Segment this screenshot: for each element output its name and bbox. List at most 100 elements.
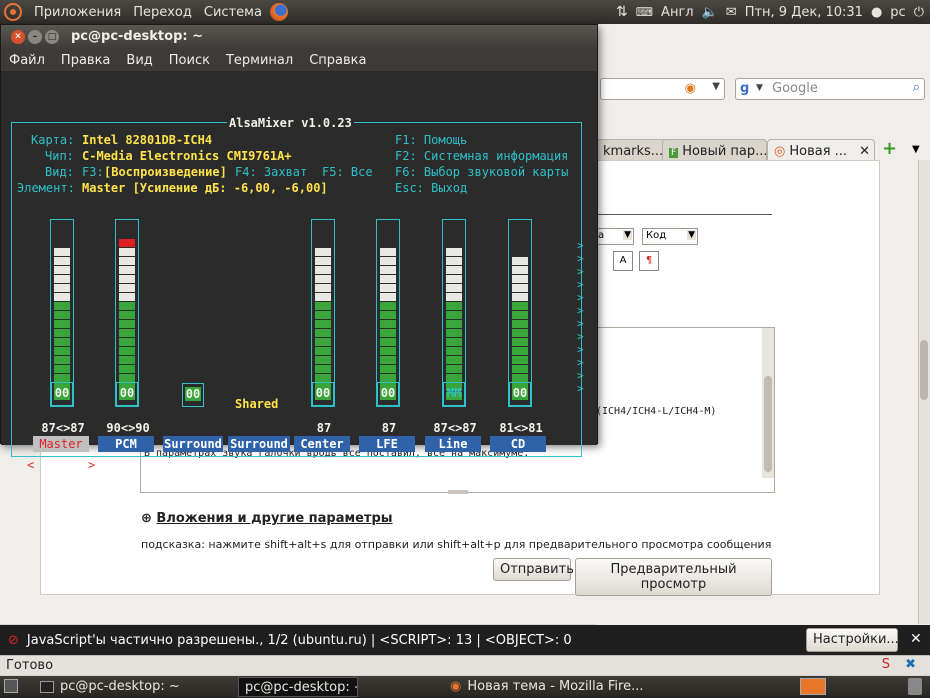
mail-icon[interactable]: ✉ <box>726 5 737 20</box>
close-window-icon[interactable]: ✕ <box>11 30 25 44</box>
channel-bar-6[interactable] <box>442 219 466 407</box>
level-cell <box>119 320 135 328</box>
menu-applications[interactable]: Приложения <box>28 5 127 20</box>
keyboard-layout[interactable]: Англ <box>661 5 694 20</box>
search-input[interactable]: g ▼ Google ⌕ <box>735 78 925 100</box>
level-cell <box>315 248 331 256</box>
network-icon[interactable]: ⇅ <box>616 4 628 20</box>
close-notification-icon[interactable]: ✕ <box>910 631 922 647</box>
url-dropdown-icon[interactable]: ▼ <box>712 81 720 92</box>
channel-bar-0[interactable] <box>50 219 74 407</box>
editor-resize-handle[interactable] <box>448 490 468 494</box>
tab-list-icon[interactable]: ▼ <box>912 144 920 155</box>
level-cell <box>446 347 462 355</box>
settings-button[interactable]: Настройки... <box>806 628 899 652</box>
level-cell <box>119 257 135 265</box>
level-cell <box>315 257 331 265</box>
workspace-switcher-icon[interactable] <box>800 678 826 695</box>
channel-bar-7[interactable] <box>508 219 532 407</box>
close-tab-icon[interactable]: ✕ <box>859 144 870 159</box>
channel-bar-4[interactable] <box>311 219 335 407</box>
google-icon: g <box>740 81 750 96</box>
keyboard-icon[interactable]: ⌨ <box>636 5 653 19</box>
minimize-window-icon[interactable]: – <box>28 30 42 44</box>
trash-icon[interactable] <box>908 678 922 695</box>
level-cell <box>380 329 396 337</box>
ubuntu-logo-icon[interactable] <box>4 3 22 21</box>
level-cell <box>512 239 528 247</box>
clock[interactable]: Птн, 9 Дек, 10:31 <box>745 5 863 20</box>
mute-indicator-5[interactable]: 00 <box>377 382 399 406</box>
level-cell <box>446 293 462 301</box>
send-button[interactable]: Отправить <box>493 558 574 581</box>
mute-indicator-2[interactable]: 00 <box>182 383 204 407</box>
channel-name-7[interactable]: CD <box>490 436 546 452</box>
bottom-taskbar: pc@pc-desktop: ~ pc@pc-desktop: ~ ◉ Новая… <box>0 676 930 698</box>
level-cell <box>446 248 462 256</box>
power-icon[interactable]: ⏻ <box>914 5 924 20</box>
channel-name-6[interactable]: Line <box>425 436 481 452</box>
menu-system[interactable]: Система <box>198 5 268 20</box>
level-cell <box>315 374 331 382</box>
taskbar-terminal-2[interactable]: pc@pc-desktop: ~ <box>238 677 358 697</box>
help-f2: F2: Системная информация <box>395 149 569 163</box>
mute-indicator-1[interactable]: 00 <box>116 382 138 406</box>
level-cell <box>54 257 70 265</box>
terminal-titlebar[interactable]: ✕ – □ pc@pc-desktop: ~ <box>1 25 597 49</box>
menu-edit[interactable]: Правка <box>53 53 118 68</box>
firefox-launcher-icon[interactable] <box>269 3 288 21</box>
preview-button[interactable]: Предварительный просмотр <box>575 558 772 596</box>
expand-icon: ⊕ <box>141 511 157 526</box>
unmuted-box: 00 <box>53 386 71 400</box>
editor-scrollbar[interactable] <box>762 328 774 478</box>
show-desktop-icon[interactable] <box>4 679 18 693</box>
channel-name-4[interactable]: Center <box>294 436 350 452</box>
level-cell <box>512 257 528 265</box>
channel-bar-5[interactable] <box>376 219 400 407</box>
level-cell <box>315 329 331 337</box>
mute-indicator-7[interactable]: 00 <box>509 382 531 406</box>
element-value: Master [Усиление дБ: -6,00, -6,00] <box>82 181 328 195</box>
volume-icon[interactable]: 🔈 <box>702 5 718 20</box>
maximize-window-icon[interactable]: □ <box>45 30 59 44</box>
channel-name-2[interactable]: Surround <box>163 436 223 452</box>
search-icon[interactable]: ⌕ <box>913 80 920 95</box>
level-cell <box>380 266 396 274</box>
channel-name-5[interactable]: LFE <box>359 436 415 452</box>
menu-search[interactable]: Поиск <box>161 53 218 68</box>
addon-icon[interactable]: S <box>882 657 890 672</box>
taskbar-terminal-1[interactable]: pc@pc-desktop: ~ <box>34 677 229 697</box>
user-name[interactable]: pc <box>890 5 905 20</box>
font-select[interactable]: а <box>594 228 634 245</box>
mute-indicator-4[interactable]: 00 <box>312 382 334 406</box>
menu-help[interactable]: Справка <box>301 53 374 68</box>
level-cell <box>512 374 528 382</box>
spellcheck-icon[interactable]: A <box>613 251 633 271</box>
mute-indicator-6[interactable]: MM <box>443 382 465 406</box>
level-cell <box>119 275 135 283</box>
page-scroll-thumb[interactable] <box>920 340 928 400</box>
taskbar-firefox[interactable]: ◉ Новая тема - Mozilla Fire... <box>444 677 644 697</box>
rtl-icon[interactable]: ¶ <box>639 251 659 271</box>
rss-icon[interactable]: ◉ <box>685 81 696 96</box>
search-engine-dropdown-icon[interactable]: ▼ <box>756 83 763 93</box>
mute-indicator-0[interactable]: 00 <box>51 382 73 406</box>
new-tab-icon[interactable]: + <box>882 138 897 159</box>
menu-file[interactable]: Файл <box>1 53 53 68</box>
alsamixer-screen[interactable]: AlsaMixer v1.0.23 Карта: Intel 82801DB-I… <box>1 71 597 472</box>
level-cell <box>380 347 396 355</box>
menu-places[interactable]: Переход <box>127 5 198 20</box>
url-bar[interactable]: ◉ ▼ <box>600 78 725 100</box>
channel-name-1[interactable]: PCM <box>98 436 154 452</box>
channel-name-3[interactable]: Surround <box>228 436 290 452</box>
status-text: Готово <box>6 658 54 673</box>
user-icon[interactable]: ● <box>871 5 882 20</box>
code-select[interactable]: Код <box>642 228 698 245</box>
menu-view[interactable]: Вид <box>118 53 160 68</box>
channel-bar-1[interactable] <box>115 219 139 407</box>
channel-name-0[interactable]: Master <box>33 436 89 452</box>
addon2-icon[interactable]: ✖ <box>905 657 916 672</box>
level-cell <box>380 302 396 310</box>
attachments-toggle[interactable]: ⊕ Вложения и другие параметры <box>141 511 393 526</box>
menu-terminal[interactable]: Терминал <box>218 53 301 68</box>
